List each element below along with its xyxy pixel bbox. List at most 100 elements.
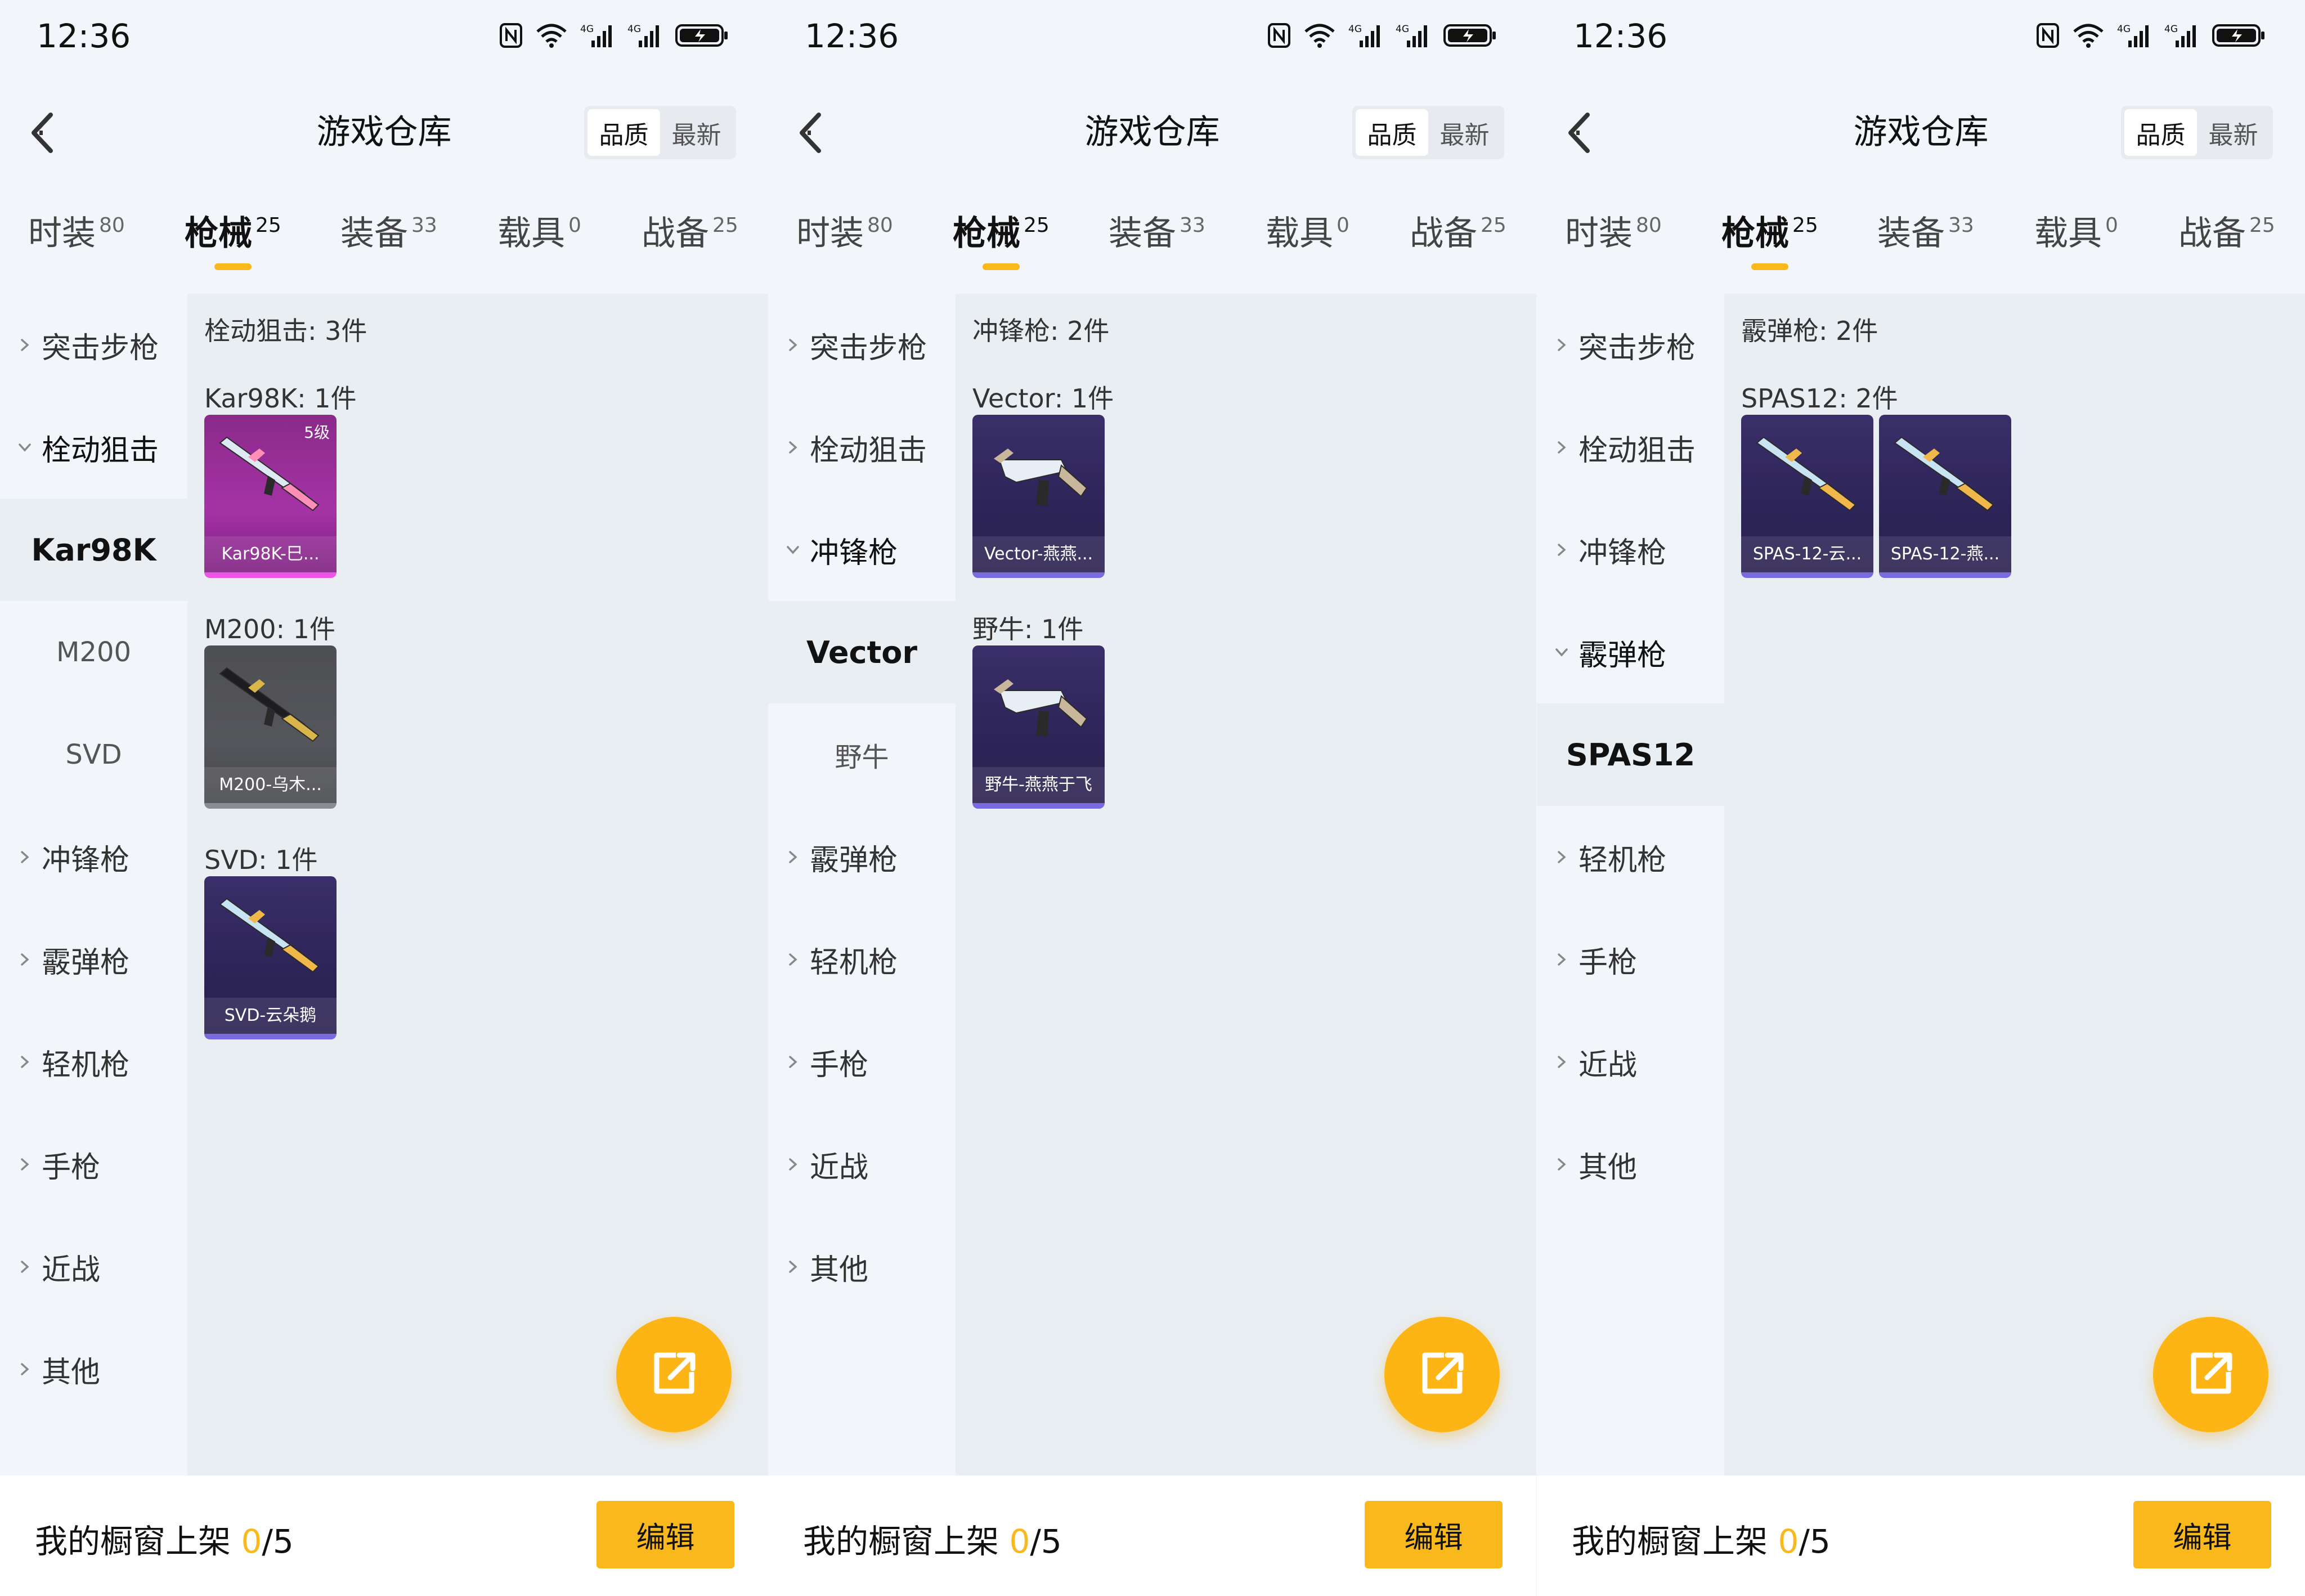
edit-button[interactable]: 编辑	[597, 1501, 734, 1568]
chevron-right-icon	[8, 1258, 42, 1275]
sidebar-category-assault[interactable]: 突击步枪	[768, 294, 956, 396]
active-tab-indicator	[214, 263, 252, 270]
sidebar-category-other[interactable]: 其他	[0, 1318, 187, 1420]
chevron-right-icon	[8, 1361, 42, 1378]
tab-枪械[interactable]: 枪械 25	[1721, 208, 1818, 270]
sidebar-category-label: 霰弹枪	[1578, 638, 1667, 673]
sidebar-category-melee[interactable]: 近战	[768, 1113, 956, 1216]
sidebar-category-smg[interactable]: 冲锋枪	[0, 806, 187, 908]
sort-latest-button[interactable]: 最新	[2197, 109, 2270, 156]
tab-count: 33	[1180, 214, 1205, 237]
sort-quality-button[interactable]: 品质	[1356, 109, 1428, 156]
sidebar-category-melee[interactable]: 近战	[1537, 1011, 1724, 1113]
weapon-skin-card[interactable]: 5级 Kar98K-巳...	[204, 415, 337, 578]
sidebar-category-pistol[interactable]: 手枪	[0, 1113, 187, 1216]
weapon-skin-card[interactable]: SPAS-12-云...	[1741, 415, 1873, 578]
weapon-skin-card[interactable]: Vector-燕燕...	[972, 415, 1105, 578]
signal-icon: 4G	[580, 23, 615, 48]
tab-label: 载具	[2034, 214, 2102, 253]
edit-button[interactable]: 编辑	[1365, 1501, 1503, 1568]
sidebar-category-other[interactable]: 其他	[1537, 1113, 1724, 1216]
share-button[interactable]	[616, 1317, 732, 1432]
sidebar-category-bolt[interactable]: 栓动狙击	[1537, 396, 1724, 499]
tab-时装[interactable]: 时装 80	[796, 208, 893, 270]
sidebar-category-shotgun[interactable]: 霰弹枪	[768, 806, 956, 908]
sidebar-category-smg[interactable]: 冲锋枪	[1537, 499, 1724, 601]
sidebar-category-melee[interactable]: 近战	[0, 1216, 187, 1318]
sidebar-category-lmg[interactable]: 轻机枪	[1537, 806, 1724, 908]
sidebar-category-label: 手枪	[1578, 945, 1638, 980]
group-title: Vector: 1件	[972, 383, 1114, 414]
sidebar-category-label: 突击步枪	[1578, 331, 1696, 365]
sidebar-category-lmg[interactable]: 轻机枪	[768, 908, 956, 1011]
status-bar: 12:36 4G 4G	[768, 0, 1536, 73]
sidebar-category-label: 其他	[1578, 1150, 1638, 1185]
weapon-skin-card[interactable]: M200-乌木...	[204, 645, 337, 809]
sort-quality-button[interactable]: 品质	[2124, 109, 2197, 156]
tab-战备[interactable]: 战备 25	[2178, 208, 2275, 270]
tab-战备[interactable]: 战备 25	[1410, 208, 1506, 270]
sidebar-category-assault[interactable]: 突击步枪	[0, 294, 187, 396]
sidebar-category-assault[interactable]: 突击步枪	[1537, 294, 1724, 396]
tab-count: 25	[1792, 214, 1818, 237]
sort-latest-button[interactable]: 最新	[1428, 109, 1501, 156]
sidebar-category-lmg[interactable]: 轻机枪	[0, 1011, 187, 1113]
tab-载具[interactable]: 载具 0	[497, 208, 581, 270]
status-time: 12:36	[805, 17, 899, 55]
weapon-skin-card[interactable]: SPAS-12-燕...	[1879, 415, 2011, 578]
sidebar-category-label: 近战	[1578, 1048, 1638, 1082]
chevron-right-icon	[1545, 439, 1578, 456]
share-button[interactable]	[1384, 1317, 1500, 1432]
sidebar-subitem[interactable]: Kar98K	[0, 499, 187, 601]
chevron-right-icon	[1545, 849, 1578, 866]
showcase-total-count: /5	[1799, 1522, 1831, 1561]
battery-charging-icon	[675, 23, 729, 48]
weapon-skin-card[interactable]: SVD-云朵鹅	[204, 876, 337, 1039]
sidebar-category-bolt[interactable]: 栓动狙击	[768, 396, 956, 499]
sidebar-subitem[interactable]: Vector	[768, 601, 956, 703]
weapon-content: 栓动狙击: 3件 Kar98K: 1件 5级 Kar98K-巳... M200: 1件 M…	[187, 294, 768, 1476]
sidebar-category-pistol[interactable]: 手枪	[1537, 908, 1724, 1011]
showcase-current-count: 0	[1009, 1522, 1030, 1561]
tab-装备[interactable]: 装备 33	[340, 208, 437, 270]
tab-枪械[interactable]: 枪械 25	[953, 208, 1050, 270]
nfc-icon	[1267, 23, 1291, 48]
tab-装备[interactable]: 装备 33	[1109, 208, 1205, 270]
sort-latest-button[interactable]: 最新	[660, 109, 733, 156]
tab-时装[interactable]: 时装 80	[1565, 208, 1662, 270]
sidebar-category-label: 栓动狙击	[810, 433, 927, 468]
tab-时装[interactable]: 时装 80	[28, 208, 125, 270]
weapon-icon	[219, 898, 320, 973]
sort-quality-button[interactable]: 品质	[588, 109, 660, 156]
signal-icon: 4G	[627, 23, 662, 48]
sidebar-category-shotgun[interactable]: 霰弹枪	[0, 908, 187, 1011]
tab-载具[interactable]: 载具 0	[2034, 208, 2118, 270]
sidebar-category-label: 其他	[810, 1253, 869, 1287]
edit-button[interactable]: 编辑	[2133, 1501, 2271, 1568]
sidebar-category-shotgun[interactable]: 霰弹枪	[1537, 601, 1724, 703]
weapon-skin-card[interactable]: 野牛-燕燕于飞	[972, 645, 1105, 809]
share-button[interactable]	[2153, 1317, 2268, 1432]
sidebar-subitem[interactable]: SPAS12	[1537, 703, 1724, 806]
group-title: SVD: 1件	[204, 845, 318, 875]
sidebar-category-smg[interactable]: 冲锋枪	[768, 499, 956, 601]
sidebar-subitem[interactable]: 野牛	[768, 703, 956, 806]
nfc-icon	[2036, 23, 2060, 48]
sidebar-subitem[interactable]: SVD	[0, 703, 187, 806]
tab-label: 载具	[1266, 214, 1333, 253]
category-tabs: 时装 80 枪械 25 装备 33 载具 0 战备 25	[1537, 208, 2305, 281]
sidebar-category-pistol[interactable]: 手枪	[768, 1011, 956, 1113]
sidebar-category-other[interactable]: 其他	[768, 1216, 956, 1318]
sidebar-category-label: 轻机枪	[42, 1048, 130, 1082]
sidebar-category-bolt[interactable]: 栓动狙击	[0, 396, 187, 499]
tab-装备[interactable]: 装备 33	[1877, 208, 1974, 270]
signal-icon: 4G	[2117, 23, 2152, 48]
weapon-icon	[994, 449, 1088, 506]
tab-count: 80	[99, 214, 125, 237]
showcase-label: 我的橱窗上架	[1572, 1522, 1768, 1561]
tab-载具[interactable]: 载具 0	[1266, 208, 1349, 270]
tab-战备[interactable]: 战备 25	[642, 208, 738, 270]
chevron-right-icon	[1545, 541, 1578, 558]
tab-枪械[interactable]: 枪械 25	[185, 208, 281, 270]
sidebar-subitem[interactable]: M200	[0, 601, 187, 703]
